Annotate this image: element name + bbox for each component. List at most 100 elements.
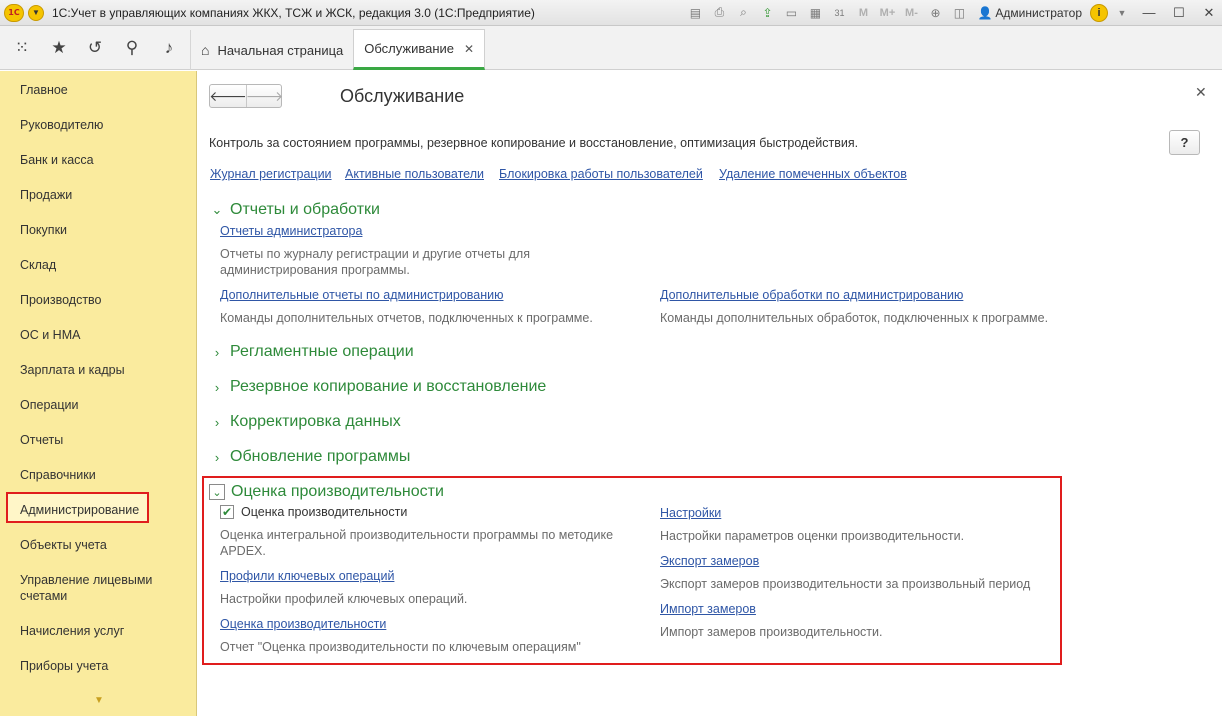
sidebar-item-main[interactable]: Главное [20,82,68,98]
section-scheduled-ops[interactable]: › Регламентные операции [210,343,414,361]
sidebar-item-accounts[interactable]: Управление лицевыми счетами [20,572,180,604]
calendar-icon[interactable]: 31 [829,3,849,23]
checkbox-desc-2: APDEX. [220,544,266,558]
apps-grid-icon[interactable]: ⁙ [4,26,40,70]
calculator-icon[interactable]: ▦ [805,3,825,23]
save-icon[interactable]: ▤ [685,3,705,23]
link-extra-reports[interactable]: Дополнительные отчеты по администрирован… [220,288,503,302]
checkbox-desc-1: Оценка интегральной производительности п… [220,528,614,542]
chevron-right-icon: › [214,379,220,395]
link-export-measurements[interactable]: Экспорт замеров [660,554,759,568]
chevron-down-icon: ⌄ [211,202,223,217]
section-backup[interactable]: › Резервное копирование и восстановление [210,378,546,396]
sidebar: Главное Руководителю Банк и касса Продаж… [0,71,197,716]
memory-plus-button[interactable]: M+ [877,7,897,19]
sidebar-item-catalogs[interactable]: Справочники [20,467,96,483]
upload-icon[interactable]: ⇪ [757,3,777,23]
history-icon[interactable]: ↺ [77,26,113,70]
home-icon: ⌂ [201,42,210,58]
sidebar-item-services[interactable]: Начисления услуг [20,623,124,639]
info-icon[interactable]: i [1090,3,1108,22]
user-name: Администратор [995,5,1082,20]
close-icon[interactable]: ✕ [1195,84,1207,101]
sidebar-item-sales[interactable]: Продажи [20,187,72,203]
link-import-measurements[interactable]: Импорт замеров [660,602,756,616]
section-title: Отчеты и обработки [230,201,380,218]
sidebar-item-objects[interactable]: Объекты учета [20,537,107,553]
scroll-down-icon[interactable]: ▼ [94,695,104,706]
sidebar-item-warehouse[interactable]: Склад [20,257,56,273]
link-active-users[interactable]: Активные пользователи [345,167,484,181]
help-button[interactable]: ? [1169,130,1200,155]
performance-checkbox-label[interactable]: Оценка производительности [241,505,407,519]
import-desc: Импорт замеров производительности. [660,625,883,639]
tab-label: Обслуживание [364,41,455,56]
preview-icon[interactable]: ⌕ [733,3,753,23]
sidebar-item-fixed-assets[interactable]: ОС и НМА [20,327,80,343]
zoom-icon[interactable]: ⊕ [925,3,945,23]
sidebar-item-meters[interactable]: Приборы учета [20,658,108,674]
link-delete-marked[interactable]: Удаление помеченных объектов [719,167,907,181]
link-settings[interactable]: Настройки [660,506,721,520]
settings-desc: Настройки параметров оценки производител… [660,529,965,543]
sidebar-item-operations[interactable]: Операции [20,397,78,413]
chevron-down-icon[interactable]: ▼ [1112,3,1132,23]
report-desc: Отчет "Оценка производительности по ключ… [220,640,581,654]
section-reports[interactable]: ⌄ Отчеты и обработки [210,201,380,219]
sidebar-item-salary[interactable]: Зарплата и кадры [20,362,125,378]
forward-button[interactable]: 🡒 [246,85,283,107]
section-performance[interactable]: ⌄ Оценка производительности [209,483,444,501]
link-extra-processing[interactable]: Дополнительные обработки по администриро… [660,288,963,302]
chevron-down-icon: ⌄ [209,484,225,500]
minimize-button[interactable]: — [1136,2,1162,24]
link-performance-report[interactable]: Оценка производительности [220,617,386,631]
performance-checkbox[interactable]: ✔ [220,505,234,519]
section-title: Регламентные операции [230,343,414,360]
section-title: Обновление программы [230,448,411,465]
sidebar-item-administration[interactable]: Администрирование [20,502,139,518]
page-title: Обслуживание [340,86,465,106]
tab-home[interactable]: ⌂ Начальная страница [190,30,353,70]
sidebar-item-production[interactable]: Производство [20,292,102,308]
sidebar-item-purchases[interactable]: Покупки [20,222,67,238]
admin-reports-desc-1: Отчеты по журналу регистрации и другие о… [220,247,530,261]
section-title: Резервное копирование и восстановление [230,378,547,395]
main-toolbar: ⁙ ★ ↺ ⚲ ♪ ⌂ Начальная страница Обслужива… [0,26,1222,70]
print-icon[interactable]: ⎙ [709,3,729,23]
maximize-button[interactable]: ☐ [1166,2,1192,24]
navigation-buttons: 🡐 🡒 [209,84,283,108]
chevron-right-icon: › [214,344,220,360]
main-menu-icon[interactable]: ▼ [28,4,44,21]
export-desc: Экспорт замеров производительности за пр… [660,577,1031,591]
panels-icon[interactable]: ◫ [949,3,969,23]
tab-maintenance[interactable]: Обслуживание ✕ [353,29,486,70]
link-admin-reports[interactable]: Отчеты администратора [220,224,362,238]
window-title: 1С:Учет в управляющих компаниях ЖКХ, ТСЖ… [52,5,535,20]
title-bar: 1С ▼ 1С:Учет в управляющих компаниях ЖКХ… [0,0,1222,26]
sidebar-item-bank[interactable]: Банк и касса [20,152,94,168]
search-icon[interactable]: ⚲ [114,26,150,70]
print2-icon[interactable]: ▭ [781,3,801,23]
star-icon[interactable]: ★ [41,26,77,70]
chevron-right-icon: › [214,449,220,465]
link-event-log[interactable]: Журнал регистрации [210,167,332,181]
profiles-desc: Настройки профилей ключевых операций. [220,592,468,606]
bell-icon[interactable]: ♪ [151,26,187,70]
link-block-users[interactable]: Блокировка работы пользователей [499,167,703,181]
section-title: Корректировка данных [230,413,401,430]
app-logo-icon[interactable]: 1С [4,3,24,22]
link-key-operation-profiles[interactable]: Профили ключевых операций [220,569,394,583]
section-update[interactable]: › Обновление программы [210,448,411,466]
section-data-correction[interactable]: › Корректировка данных [210,413,401,431]
memory-minus-button[interactable]: M- [901,7,921,19]
close-window-button[interactable]: ✕ [1196,2,1222,24]
tab-label: Начальная страница [217,42,344,58]
titlebar-tools: ▤ ⎙ ⌕ ⇪ ▭ ▦ 31 M M+ M- ⊕ ◫ 👤 Администрат… [685,0,1222,26]
sidebar-item-reports[interactable]: Отчеты [20,432,63,448]
back-button[interactable]: 🡐 [209,85,247,107]
close-tab-icon[interactable]: ✕ [464,42,474,56]
user-menu[interactable]: 👤 Администратор [977,6,1082,20]
sidebar-item-manager[interactable]: Руководителю [20,117,103,133]
extra-processing-desc: Команды дополнительных обработок, подклю… [660,311,1049,325]
memory-m-button[interactable]: M [853,7,873,19]
